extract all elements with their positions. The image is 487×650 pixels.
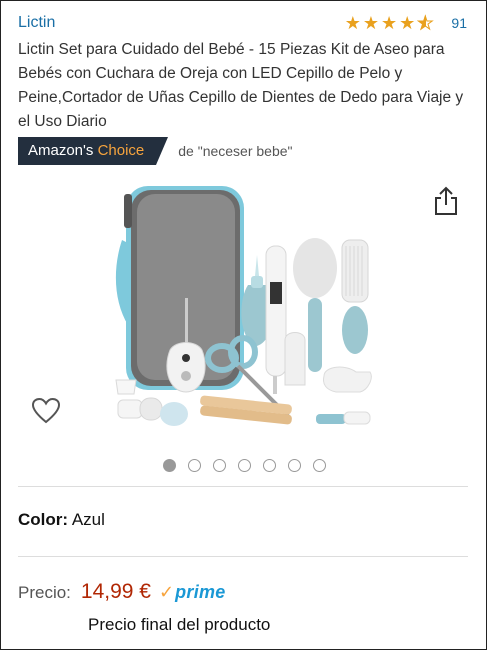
- amazons-choice-badge: Amazon's Choice de "neceser bebe": [18, 137, 293, 165]
- share-icon[interactable]: [433, 186, 459, 216]
- product-title: Lictin Set para Cuidado del Bebé - 15 Pi…: [18, 41, 464, 130]
- star-icon: ★: [381, 13, 398, 33]
- choice-badge-label: Amazon's Choice: [18, 137, 169, 165]
- carousel-dot[interactable]: [313, 459, 326, 472]
- prime-check-icon: ✓: [159, 582, 175, 602]
- choice-prefix: Amazon's: [28, 142, 94, 159]
- prime-wordmark: prime: [175, 582, 226, 602]
- image-carousel-dots[interactable]: [163, 459, 326, 472]
- color-value: Azul: [71, 510, 105, 529]
- price-row: Precio: 14,99 € ✓ prime: [18, 580, 226, 604]
- carousel-dot[interactable]: [213, 459, 226, 472]
- carousel-dot[interactable]: [263, 459, 276, 472]
- price-label: Precio:: [18, 583, 71, 602]
- heart-icon[interactable]: [31, 397, 61, 424]
- choice-keyword: de "neceser bebe": [178, 143, 293, 159]
- carousel-dot[interactable]: [238, 459, 251, 472]
- product-image[interactable]: [110, 180, 385, 440]
- brand-link[interactable]: Lictin: [18, 14, 55, 32]
- carousel-dot[interactable]: [163, 459, 176, 472]
- carousel-dot[interactable]: [188, 459, 201, 472]
- rating-summary[interactable]: ★ ★ ★ ★ ★ 91: [344, 13, 467, 33]
- rating-count[interactable]: 91: [451, 15, 467, 31]
- price-note: Precio final del producto: [88, 615, 271, 634]
- price-value: 14,99 €: [80, 580, 151, 603]
- carousel-dot[interactable]: [288, 459, 301, 472]
- star-icon: ★: [399, 13, 416, 33]
- divider: [18, 486, 468, 487]
- choice-accent: Choice: [97, 142, 145, 159]
- divider: [18, 556, 468, 557]
- star-icon: ★: [362, 13, 379, 33]
- prime-logo: ✓ prime: [159, 582, 226, 603]
- color-selector[interactable]: Color: Azul: [18, 510, 105, 530]
- color-label: Color:: [18, 510, 69, 529]
- star-half-icon: ★: [417, 13, 434, 33]
- star-icon: ★: [344, 13, 361, 33]
